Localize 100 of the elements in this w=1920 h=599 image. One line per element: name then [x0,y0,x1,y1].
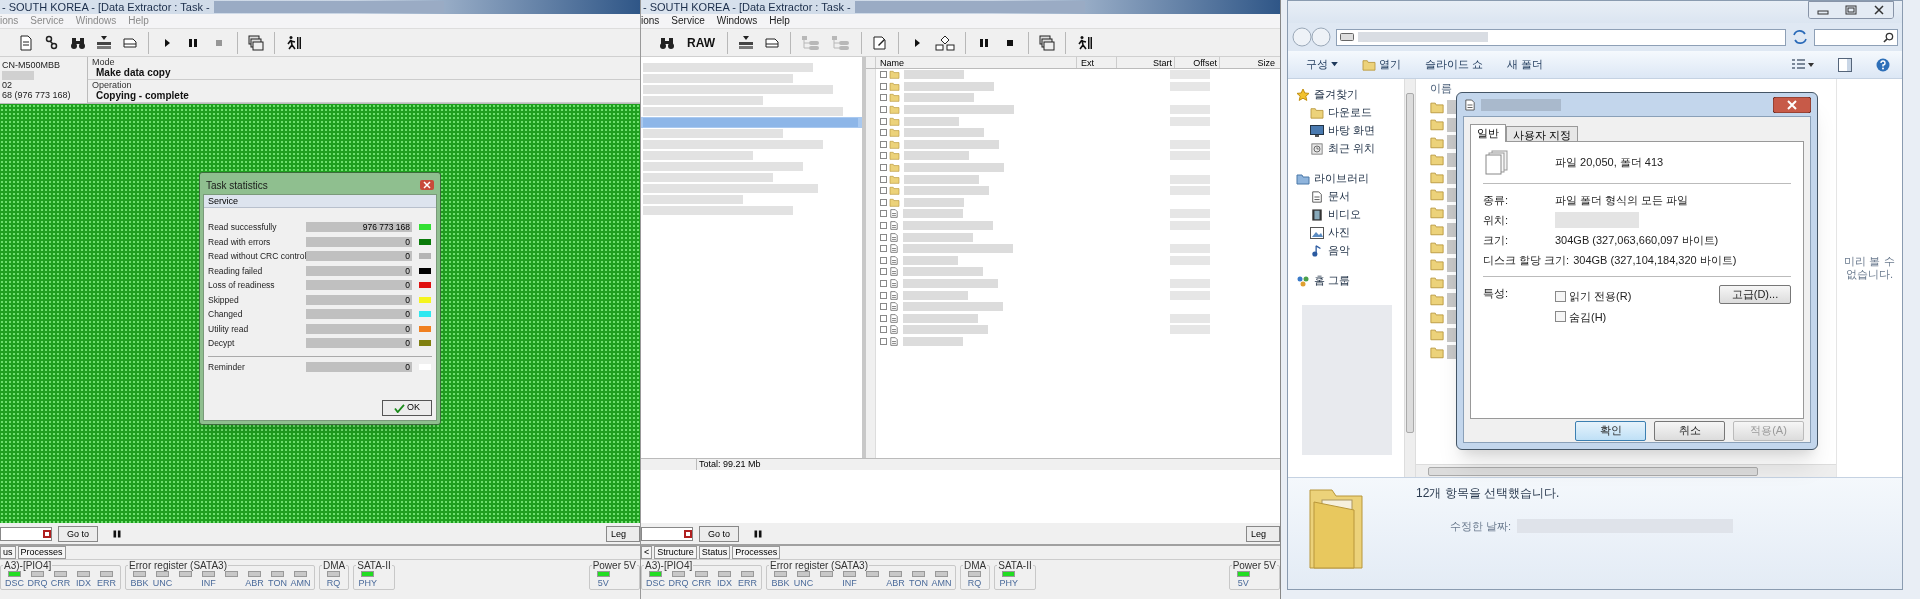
checkbox[interactable] [880,222,887,229]
document-edit-icon[interactable] [872,34,888,51]
checkbox[interactable] [880,326,887,334]
windows-icon[interactable] [248,34,264,51]
nav-item[interactable]: 바탕 화면 [1328,122,1376,139]
nav-item[interactable]: 라이브러리 [1296,171,1404,186]
checkbox[interactable] [880,256,887,264]
running-person-icon[interactable] [285,34,301,51]
tab[interactable]: 일반 [1470,124,1506,142]
document-icon[interactable] [18,34,34,51]
column-header[interactable]: Offset [1174,57,1219,68]
checkbox[interactable] [1555,311,1566,323]
checkbox[interactable] [880,210,887,218]
close-icon[interactable] [1773,96,1811,113]
tab[interactable]: Status [698,546,731,559]
legend-button[interactable]: Leg [1246,525,1280,542]
tab[interactable]: us [0,546,16,559]
checkbox[interactable] [880,152,887,160]
checkbox[interactable] [880,198,887,206]
input-field[interactable] [0,526,52,541]
checkbox[interactable] [880,314,887,322]
raw-button[interactable]: RAW [685,33,717,52]
close-icon[interactable] [420,180,434,190]
address-bar[interactable] [1336,28,1786,46]
picture-icon [1310,226,1324,239]
checkbox[interactable] [880,117,887,125]
tab[interactable]: Processes [17,546,66,559]
view-options-icon[interactable] [1792,58,1814,71]
input-field[interactable] [641,526,693,541]
column-header[interactable]: Start [1116,57,1174,68]
column-header[interactable]: Name [876,57,1076,68]
preview-pane-icon[interactable] [1838,57,1852,72]
checkbox[interactable] [880,233,887,241]
checkbox[interactable] [880,337,887,345]
nav-item[interactable]: 다운로드 [1328,104,1372,121]
redacted-block [1170,209,1210,219]
column-header[interactable]: Size [1219,57,1277,68]
advanced-button[interactable]: 고급(D)... [1719,285,1791,304]
toolbar-button[interactable]: 구성 [1306,56,1338,73]
checkbox[interactable] [880,280,887,287]
checkbox[interactable] [880,245,887,253]
column-header[interactable]: Ext [1076,57,1116,68]
tab[interactable]: 사용자 지정 [1506,126,1579,141]
checkbox-label[interactable]: 숨김(H) [1569,308,1607,325]
column-header[interactable]: 이름 [1430,79,1510,97]
window-title: - SOUTH KOREA - [Data Extractor : Task - [1,0,210,14]
stat-label: Read without CRC control [208,251,306,261]
menu-item[interactable]: Windows [716,14,758,28]
checkbox[interactable] [880,106,887,114]
dialog-button[interactable]: 확인 [1575,420,1646,441]
tab[interactable]: < [641,546,653,559]
toolbar-button[interactable]: 새 폴더 [1507,56,1544,73]
checkbox[interactable] [1555,290,1566,302]
flowchart-icon[interactable] [935,34,955,51]
nav-item[interactable]: 사진 [1328,224,1350,241]
go-to-button[interactable]: Go to [699,525,739,542]
running-person-icon[interactable] [1076,34,1092,51]
checkbox[interactable] [880,164,887,172]
tab[interactable]: Processes [732,546,781,559]
scrollbar[interactable] [1416,464,1836,477]
nav-item[interactable]: 비디오 [1328,206,1361,223]
refresh-icon[interactable] [1790,29,1810,45]
tab[interactable]: Structure [654,546,697,559]
led-label: DSC [646,578,665,588]
checkbox[interactable] [880,82,887,90]
menu-item[interactable]: Service [671,14,705,28]
checkbox[interactable] [880,94,887,102]
windows-icon[interactable] [1039,34,1055,51]
checkbox[interactable] [880,71,887,79]
close-icon[interactable] [1865,2,1893,18]
menu-item[interactable]: Help [769,14,790,28]
nav-item[interactable]: 최근 위치 [1328,140,1376,157]
field-label: 종류: [1483,192,1510,208]
toolbar-button[interactable]: 슬라이드 쇼 [1425,56,1484,73]
checkbox-label[interactable]: 읽기 전용(R) [1569,288,1632,305]
go-to-button[interactable]: Go to [58,525,98,542]
legend-button[interactable]: Leg [606,525,640,542]
library-icon [1296,171,1310,186]
checkbox[interactable] [880,175,887,183]
scrollbar[interactable] [1404,79,1416,477]
tray-icon[interactable] [738,34,754,51]
back-forward-icon[interactable] [1292,27,1332,47]
menu-item[interactable]: ions [641,14,660,28]
tray-icon[interactable] [96,34,112,51]
checkbox[interactable] [880,303,887,311]
nav-item[interactable]: 문서 [1328,188,1350,205]
dialog-button[interactable]: 취소 [1654,420,1725,441]
search-field[interactable] [1814,28,1898,46]
nav-item[interactable]: 즐겨찾기 [1296,87,1404,102]
checkbox[interactable] [880,140,887,148]
nav-item[interactable]: 음악 [1328,242,1350,259]
help-icon[interactable] [1876,57,1890,72]
checkbox[interactable] [880,187,887,195]
toolbar-button[interactable]: 열기 [1362,56,1401,73]
checkbox[interactable] [880,129,887,137]
nav-item[interactable]: 홈 그룹 [1296,273,1404,288]
ok-button[interactable]: OK [382,400,432,416]
checkbox[interactable] [880,291,887,299]
checkbox[interactable] [880,268,887,276]
connector-icon[interactable] [44,34,60,51]
